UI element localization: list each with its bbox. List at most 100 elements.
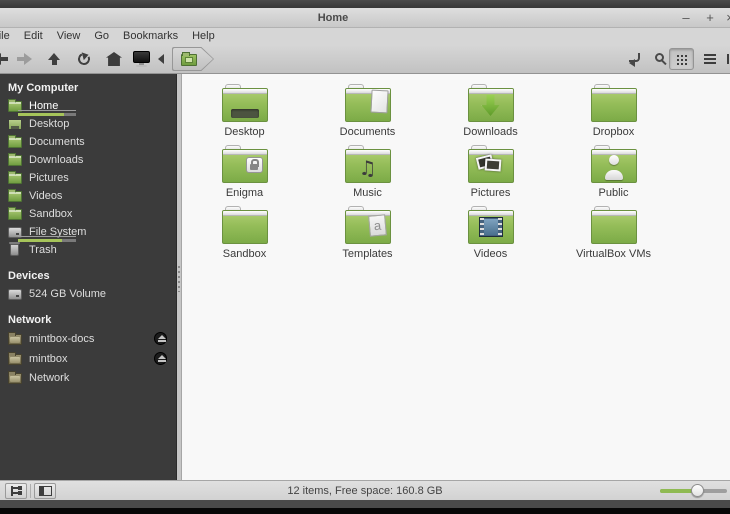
sidebar-item-mintbox-docs[interactable]: mintbox-docs [0,329,176,349]
sidebar-item-pictures[interactable]: Pictures [0,169,176,187]
icon-view-button[interactable] [669,48,694,70]
maximize-button[interactable]: + [702,8,718,28]
icon-view-icon [676,53,687,65]
sidebar-item-524-gb-volume[interactable]: 524 GB Volume [0,285,176,303]
refresh-button[interactable] [72,48,96,70]
folder-icon [590,206,637,244]
back-icon [0,53,8,65]
sidebar-item-home[interactable]: Home [0,97,176,116]
sidebar-item-desktop[interactable]: Desktop [0,115,176,133]
eject-button[interactable] [154,332,167,345]
sidebar-item-sandbox[interactable]: Sandbox [0,205,176,223]
compact-view-button[interactable] [721,48,730,70]
folder-icon [467,145,514,183]
chevron-left-icon [158,54,164,64]
sidebar-item-downloads[interactable]: Downloads [0,151,176,169]
forward-icon [16,53,32,65]
refresh-icon [76,51,92,67]
file-view: Desktop Documents Downloads Dropbox Enig… [182,74,730,480]
folder-icon [221,84,268,122]
status-text: 12 items, Free space: 160.8 GB [287,485,443,497]
screen: Home – + × File Edit View Go Bookmarks H… [0,0,730,514]
sidebar-item-network[interactable]: Network [0,369,176,387]
folder-icon [8,206,22,220]
network-folder-icon [8,331,22,345]
menu-edit[interactable]: Edit [17,28,50,45]
file-icon-downloads[interactable]: Downloads [429,82,552,143]
sidebar-item-documents[interactable]: Documents [0,133,176,151]
folder-icon [344,84,391,122]
toggle-location-entry-button[interactable] [622,48,646,70]
menu-view[interactable]: View [50,28,88,45]
network-folder-icon [8,351,22,365]
network-folder-icon [8,370,22,384]
back-button[interactable] [0,48,12,70]
menu-help[interactable]: Help [185,28,222,45]
sidebar-item-mintbox[interactable]: mintbox [0,349,176,369]
sidebar-header-devices: Devices [8,270,50,282]
home-folder-icon [181,52,197,66]
folder-icon [344,145,391,183]
folder-icon [590,84,637,122]
location-entry-icon [628,53,640,67]
file-icon-sandbox[interactable]: Sandbox [183,204,306,265]
menu-file[interactable]: File [0,28,17,45]
breadcrumb[interactable] [172,47,214,71]
file-icon-enigma[interactable]: Enigma [183,143,306,204]
search-icon [655,53,664,62]
trash-icon [9,242,20,256]
file-icon-desktop[interactable]: Desktop [183,82,306,143]
computer-button[interactable] [129,48,153,70]
close-button[interactable]: × [722,8,730,28]
up-icon [47,53,62,65]
file-icon-public[interactable]: Public [552,143,675,204]
file-icon-music[interactable]: Music [306,143,429,204]
window-titlebar[interactable]: Home – + × [0,8,730,28]
desktop-top-strip [0,0,730,8]
folder-icon [8,188,22,202]
search-button[interactable] [646,48,670,70]
home-button[interactable] [102,48,126,70]
minimize-button[interactable]: – [678,8,694,28]
file-icon-pictures[interactable]: Pictures [429,143,552,204]
sidebar-item-trash[interactable]: Trash [0,241,176,259]
file-icon-videos[interactable]: Videos [429,204,552,265]
sidebar-item-file-system[interactable]: File System [0,223,176,242]
up-button[interactable] [42,48,66,70]
file-icon-templates[interactable]: Templates [306,204,429,265]
list-view-icon [704,54,716,64]
window-bottom-edge [0,500,730,508]
computer-icon [132,51,150,67]
menubar: File Edit View Go Bookmarks Help [0,28,730,45]
folder-icon [344,206,391,244]
hide-breadcrumbs-button[interactable] [154,48,168,70]
toolbar [0,45,730,74]
sidebar: My Computer Home Desktop Documents Downl… [0,74,176,480]
folder-icon [8,170,22,184]
folder-icon [221,206,268,244]
zoom-slider[interactable] [660,484,727,497]
drive-icon [8,288,22,300]
file-icon-dropbox[interactable]: Dropbox [552,82,675,143]
icon-grid: Desktop Documents Downloads Dropbox Enig… [182,74,730,265]
folder-icon [221,145,268,183]
eject-button[interactable] [154,352,167,365]
menu-bookmarks[interactable]: Bookmarks [116,28,185,45]
desktop-icon [8,118,22,130]
zoom-slider-handle[interactable] [691,484,704,497]
list-view-button[interactable] [698,48,722,70]
statusbar: 12 items, Free space: 160.8 GB [0,480,730,500]
file-icon-documents[interactable]: Documents [306,82,429,143]
folder-icon [8,134,22,148]
sidebar-header-my-computer: My Computer [8,82,79,94]
folder-icon [467,206,514,244]
sidebar-item-videos[interactable]: Videos [0,187,176,205]
desktop-bottom-strip [0,508,730,514]
menu-go[interactable]: Go [87,28,116,45]
menu-row: File Edit View Go Bookmarks Help [0,28,222,45]
file-icon-virtualbox-vms[interactable]: VirtualBox VMs [552,204,675,265]
folder-icon [467,84,514,122]
forward-button[interactable] [12,48,36,70]
